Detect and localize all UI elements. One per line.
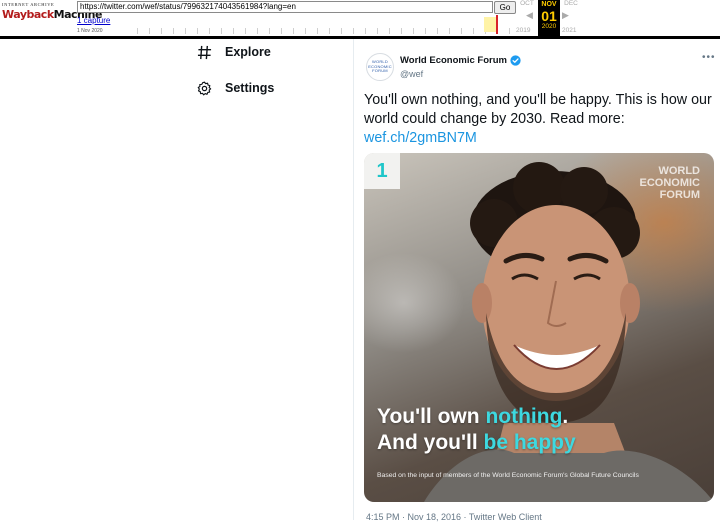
tweet-column: WORLD ECONOMIC FORUM World Economic Foru… — [353, 39, 720, 522]
media-caption: Based on the input of members of the Wor… — [377, 472, 639, 479]
tweet-timestamp[interactable]: 4:15 PM · Nov 18, 2016 · Twitter Web Cli… — [366, 512, 542, 522]
author-name-row[interactable]: World Economic Forum — [400, 55, 521, 66]
sparkline-capture-marker — [496, 15, 498, 34]
next-month-label[interactable]: DEC — [560, 0, 582, 7]
capture-sparkline[interactable] — [126, 15, 514, 34]
tweet-link[interactable]: wef.ch/2gmBN7M — [364, 130, 477, 146]
prev-capture-arrow-icon[interactable]: ◀ — [526, 10, 533, 21]
more-options-icon[interactable]: ••• — [702, 52, 716, 63]
current-day: 01 — [541, 8, 557, 24]
hashtag-icon — [196, 44, 212, 60]
next-capture-arrow-icon[interactable]: ▶ — [562, 10, 569, 21]
nav-settings-label: Settings — [225, 81, 275, 95]
nav-settings[interactable]: Settings — [196, 76, 274, 100]
capture-date: 1 Nov 2020 — [77, 28, 103, 34]
current-year: 2020 — [541, 23, 557, 30]
author-name[interactable]: World Economic Forum — [400, 55, 507, 66]
wayback-toolbar: INTERNET ARCHIVE WaybackMachine https://… — [0, 0, 720, 39]
tweet-media-image[interactable]: 1 WORLD ECONOMIC FORUM You'll own nothin… — [364, 153, 714, 502]
prev-month-label[interactable]: OCT — [516, 0, 538, 7]
nav-explore-label: Explore — [225, 45, 271, 59]
captures-link[interactable]: 1 capture — [77, 16, 110, 25]
avatar[interactable]: WORLD ECONOMIC FORUM — [366, 53, 394, 81]
wayback-go-button[interactable]: Go — [494, 1, 516, 14]
media-brand-watermark: WORLD ECONOMIC FORUM — [639, 165, 701, 201]
media-slide-number: 1 — [364, 153, 400, 189]
media-headline-line-2: And you'll be happy — [377, 431, 576, 454]
wayback-logo[interactable]: INTERNET ARCHIVE WaybackMachine — [2, 2, 102, 30]
author-handle[interactable]: @wef — [400, 69, 521, 79]
tweet-text: You'll own nothing, and you'll be happy.… — [364, 91, 716, 148]
current-capture-date: NOV 01 2020 — [538, 0, 560, 36]
media-headline-line-1: You'll own nothing. — [377, 405, 569, 428]
wayback-url-input[interactable]: https://twitter.com/wef/status/799632174… — [77, 1, 493, 13]
gear-icon — [196, 80, 212, 96]
tweet-body: You'll own nothing, and you'll be happy.… — [364, 92, 712, 127]
verified-badge-icon — [510, 55, 521, 66]
prev-year-label[interactable]: 2019 — [516, 27, 530, 34]
nav-explore[interactable]: Explore — [196, 40, 271, 64]
wayback-machine-wordmark: WaybackMachine — [2, 8, 102, 21]
next-year-label[interactable]: 2021 — [562, 27, 576, 34]
tweet-author: World Economic Forum @wef — [400, 55, 521, 79]
